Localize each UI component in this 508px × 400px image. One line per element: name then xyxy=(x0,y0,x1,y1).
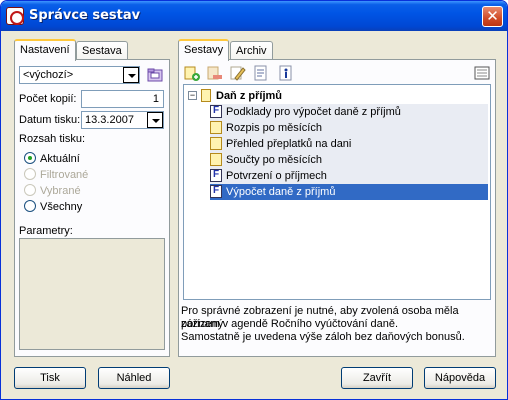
radio-filtered[interactable]: Filtrované xyxy=(24,168,88,181)
date-value: 13.3.2007 xyxy=(85,114,134,126)
tab-reports-label: Sestavy xyxy=(184,44,224,56)
close-button[interactable]: Zavřít xyxy=(341,367,413,389)
tree-item[interactable]: Potvrzení o příjmech xyxy=(210,168,488,184)
tree-item[interactable]: Rozpis po měsících xyxy=(210,120,488,136)
help-button[interactable]: Nápověda xyxy=(424,367,496,389)
tab-settings[interactable]: Nastavení xyxy=(14,39,76,61)
tree-item-label: Rozpis po měsících xyxy=(226,122,322,134)
report-icon xyxy=(210,121,222,134)
close-window-button[interactable]: ✕ xyxy=(482,6,503,27)
tree-item-selected[interactable]: Výpočet daně z příjmů xyxy=(210,184,488,200)
form-icon xyxy=(210,185,222,198)
info-line-2: záznam v agendě Ročního vyúčtování daně. xyxy=(181,318,399,330)
tab-report-label: Sestava xyxy=(82,45,122,57)
report-manager-window: Správce sestav ✕ Nastavení Sestava <vých… xyxy=(0,0,508,400)
delete-report-icon[interactable] xyxy=(206,64,224,82)
params-box xyxy=(19,238,165,350)
radio-selected-label: Vybrané xyxy=(40,185,81,197)
radio-dot xyxy=(24,152,36,164)
radio-selected[interactable]: Vybrané xyxy=(24,184,81,197)
tree-item-label: Součty po měsících xyxy=(226,154,322,166)
tab-settings-label: Nastavení xyxy=(20,44,70,56)
properties-icon[interactable] xyxy=(252,64,270,82)
radio-filtered-label: Filtrované xyxy=(40,169,89,181)
title-bar[interactable]: Správce sestav ✕ xyxy=(1,1,507,31)
tree-item[interactable]: Podklady pro výpočet daně z příjmů xyxy=(210,104,488,120)
report-tree[interactable]: − Daň z příjmů Podklady pro výpočet daně… xyxy=(183,84,491,300)
copies-input[interactable] xyxy=(81,90,164,108)
radio-all[interactable]: Všechny xyxy=(24,200,82,213)
tab-reports[interactable]: Sestavy xyxy=(178,39,230,61)
tab-report[interactable]: Sestava xyxy=(76,41,128,61)
date-picker[interactable]: 13.3.2007 xyxy=(81,111,164,129)
preview-button-label: Náhled xyxy=(116,372,152,384)
report-icon xyxy=(210,153,222,166)
tree-item-label: Výpočet daně z příjmů xyxy=(226,186,336,198)
range-label: Rozsah tisku: xyxy=(19,133,86,145)
form-icon xyxy=(210,105,222,118)
form-icon xyxy=(210,169,222,182)
radio-dot xyxy=(24,168,36,180)
info-icon[interactable] xyxy=(277,64,295,82)
print-button-label: Tisk xyxy=(40,372,60,384)
tab-archive-label: Archiv xyxy=(236,45,267,57)
chevron-down-icon[interactable] xyxy=(147,112,163,128)
preset-select-value: <výchozí> xyxy=(23,69,74,81)
radio-all-label: Všechny xyxy=(40,201,83,213)
radio-dot xyxy=(24,184,36,196)
date-label: Datum tisku: xyxy=(19,114,81,126)
copies-label: Počet kopií: xyxy=(19,93,77,105)
edit-report-icon[interactable] xyxy=(229,64,247,82)
settings-panel: <výchozí> Počet kopií: Datum tisku: 13.3… xyxy=(14,59,170,357)
view-options-icon[interactable] xyxy=(473,64,491,82)
info-line-3: Samostatně je uvedena výše záloh bez daň… xyxy=(181,331,465,343)
tab-archive[interactable]: Archiv xyxy=(230,41,273,61)
reports-panel: − Daň z příjmů Podklady pro výpočet daně… xyxy=(178,59,496,357)
folder-icon xyxy=(201,89,211,102)
tree-root-label: Daň z příjmů xyxy=(216,90,283,102)
app-icon xyxy=(6,7,24,25)
tree-item-label: Podklady pro výpočet daně z příjmů xyxy=(226,106,401,118)
tree-root[interactable]: − Daň z příjmů xyxy=(188,88,478,104)
radio-dot xyxy=(24,200,36,212)
report-icon xyxy=(210,137,222,150)
close-button-label: Zavřít xyxy=(362,372,392,384)
print-button[interactable]: Tisk xyxy=(14,367,86,389)
radio-current[interactable]: Aktuální xyxy=(24,152,80,165)
add-report-icon[interactable] xyxy=(183,64,201,82)
collapse-icon[interactable]: − xyxy=(188,91,197,100)
tree-item[interactable]: Součty po měsících xyxy=(210,152,488,168)
preview-button[interactable]: Náhled xyxy=(98,367,170,389)
tree-item-label: Přehled přeplatků na dani xyxy=(226,138,352,150)
window-title: Správce sestav xyxy=(29,8,141,23)
tree-item[interactable]: Přehled přeplatků na dani xyxy=(210,136,488,152)
folder-icon[interactable] xyxy=(146,66,164,84)
help-button-label: Nápověda xyxy=(434,372,486,384)
radio-current-label: Aktuální xyxy=(40,153,80,165)
preset-select[interactable]: <výchozí> xyxy=(19,66,140,84)
params-label: Parametry: xyxy=(19,225,73,237)
tree-item-label: Potvrzení o příjmech xyxy=(226,170,327,182)
chevron-down-icon[interactable] xyxy=(123,67,139,83)
